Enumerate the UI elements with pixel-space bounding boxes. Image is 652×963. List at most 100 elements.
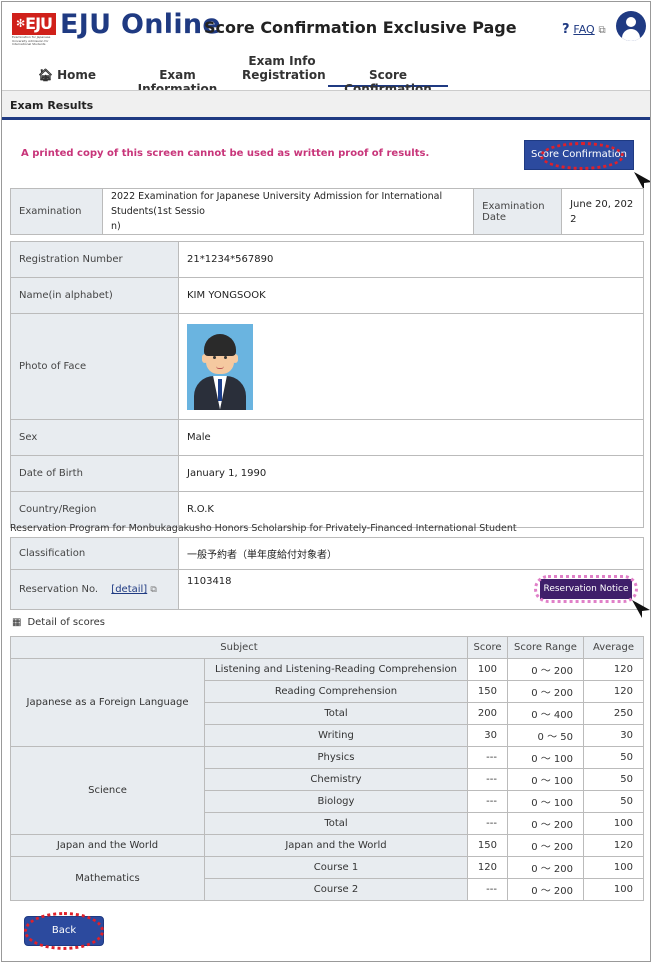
table-row: Japan and the World Japan and the World … <box>10 834 644 857</box>
score-cell: 200 <box>467 702 508 725</box>
examination-value: 2022 Examination for Japanese University… <box>101 188 475 235</box>
average-cell: 100 <box>583 878 644 901</box>
group-japanese: Japanese as a Foreign Language <box>10 658 205 747</box>
range-header: Score Range <box>507 636 584 659</box>
range-cell: 0 ～ 100 <box>507 790 584 813</box>
classification-value: 一般予約者（単年度給付対象者） <box>178 537 644 570</box>
range-cell: 0 ～ 200 <box>507 680 584 703</box>
range-cell: 0 ～ 200 <box>507 856 584 879</box>
faq-link[interactable]: ? FAQ ⧉ <box>562 22 606 37</box>
external-link-icon: ⧉ <box>150 585 157 595</box>
average-header: Average <box>583 636 644 659</box>
examination-label: Examination <box>10 188 103 235</box>
subject-cell: Total <box>204 702 468 725</box>
subject-cell: Japan and the World <box>204 834 468 857</box>
tab-score-confirmation[interactable]: Score Confirmation <box>328 68 448 96</box>
registration-label: Registration Number <box>10 241 179 278</box>
range-cell: 0 ～ 200 <box>507 658 584 681</box>
logo-badge: ✻EJU <box>12 13 56 35</box>
reservation-number-label: Reservation No. [detail] ⧉ <box>10 569 179 610</box>
pointer-arrow-icon <box>632 600 650 618</box>
classification-label: Classification <box>10 537 179 570</box>
average-cell: 50 <box>583 768 644 791</box>
average-cell: 50 <box>583 790 644 813</box>
score-cell: --- <box>467 768 508 791</box>
sex-value: Male <box>178 419 644 456</box>
average-cell: 50 <box>583 746 644 769</box>
subject-cell: Reading Comprehension <box>204 680 468 703</box>
subject-header: Subject <box>10 636 468 659</box>
range-cell: 0 ～ 100 <box>507 768 584 791</box>
page-title-bar: Exam Results <box>2 90 650 120</box>
detail-link[interactable]: [detail] <box>111 584 147 595</box>
tab-exam-registration[interactable]: Exam Info Registration <box>242 54 326 82</box>
photo-cell <box>178 313 644 420</box>
exam-date-label: Examination Date <box>473 188 563 235</box>
logo-tagline: Examination for Japanese University Admi… <box>12 35 51 46</box>
subject-cell: Biology <box>204 790 468 813</box>
group-mathematics: Mathematics <box>10 856 205 901</box>
sex-label: Sex <box>10 419 179 456</box>
table-row: Science Physics --- 0 ～ 100 50 <box>10 746 644 835</box>
external-link-icon: ⧉ <box>598 25 606 36</box>
header: ✻EJU Examination for Japanese University… <box>2 2 650 96</box>
score-cell: 120 <box>467 856 508 879</box>
app-name: EJU Online <box>60 9 222 40</box>
highlight-ring-pink <box>534 575 638 603</box>
score-cell: --- <box>467 746 508 769</box>
average-cell: 120 <box>583 834 644 857</box>
reservation-caption: Reservation Program for Monbukagakusho H… <box>10 523 517 534</box>
range-cell: 0 ～ 200 <box>507 834 584 857</box>
average-cell: 120 <box>583 658 644 681</box>
range-cell: 0 ～ 50 <box>507 724 584 747</box>
photo-label: Photo of Face <box>10 313 179 420</box>
name-value: KIM YONGSOOK <box>178 277 644 314</box>
average-cell: 120 <box>583 680 644 703</box>
registration-value: 21*1234*567890 <box>178 241 644 278</box>
table-row: Japanese as a Foreign Language Listening… <box>10 658 644 747</box>
home-icon: 🏠︎ <box>37 68 54 82</box>
average-cell: 100 <box>583 812 644 835</box>
user-avatar-icon[interactable] <box>616 11 646 41</box>
subject-cell: Chemistry <box>204 768 468 791</box>
score-cell: --- <box>467 878 508 901</box>
group-science: Science <box>10 746 205 835</box>
dob-label: Date of Birth <box>10 455 179 492</box>
page-name: Score Confirmation Exclusive Page <box>204 18 517 37</box>
eju-logo[interactable]: ✻EJU Examination for Japanese University… <box>12 13 56 46</box>
score-cell: --- <box>467 790 508 813</box>
page-title: Exam Results <box>10 99 94 112</box>
score-cell: 150 <box>467 834 508 857</box>
grid-icon: ▦ <box>12 617 22 628</box>
subject-cell: Course 1 <box>204 856 468 879</box>
pointer-arrow-icon <box>634 172 650 190</box>
scores-caption: ▦ Detail of scores <box>12 617 105 628</box>
subject-cell: Writing <box>204 724 468 747</box>
average-cell: 100 <box>583 856 644 879</box>
exam-date-value: June 20, 202 2 <box>561 188 644 235</box>
highlight-ring <box>24 912 104 950</box>
group-japan-world: Japan and the World <box>10 834 205 857</box>
subject-cell: Total <box>204 812 468 835</box>
score-header: Score <box>467 636 508 659</box>
profile-table: Registration Number 21*1234*567890 Name(… <box>10 241 644 528</box>
range-cell: 0 ～ 200 <box>507 878 584 901</box>
score-cell: --- <box>467 812 508 835</box>
subject-cell: Listening and Listening-Reading Comprehe… <box>204 658 468 681</box>
snowflake-icon: ✻ <box>15 17 25 30</box>
page-frame: ✻EJU Examination for Japanese University… <box>1 1 651 962</box>
main-nav: 🏠︎ Home Exam Information Exam Info Regist… <box>2 50 650 96</box>
range-cell: 0 ～ 200 <box>507 812 584 835</box>
table-row: Mathematics Course 1 120 0 ～ 200 100 <box>10 856 644 901</box>
range-cell: 0 ～ 400 <box>507 702 584 725</box>
name-label: Name(in alphabet) <box>10 277 179 314</box>
range-cell: 0 ～ 100 <box>507 746 584 769</box>
print-warning: A printed copy of this screen cannot be … <box>21 148 430 159</box>
tab-home[interactable]: 🏠︎ Home <box>32 68 102 82</box>
subject-cell: Physics <box>204 746 468 769</box>
scores-table: Subject Score Score Range Average Japane… <box>10 636 644 901</box>
score-cell: 100 <box>467 658 508 681</box>
dob-value: January 1, 1990 <box>178 455 644 492</box>
help-icon: ? <box>562 22 570 37</box>
average-cell: 30 <box>583 724 644 747</box>
